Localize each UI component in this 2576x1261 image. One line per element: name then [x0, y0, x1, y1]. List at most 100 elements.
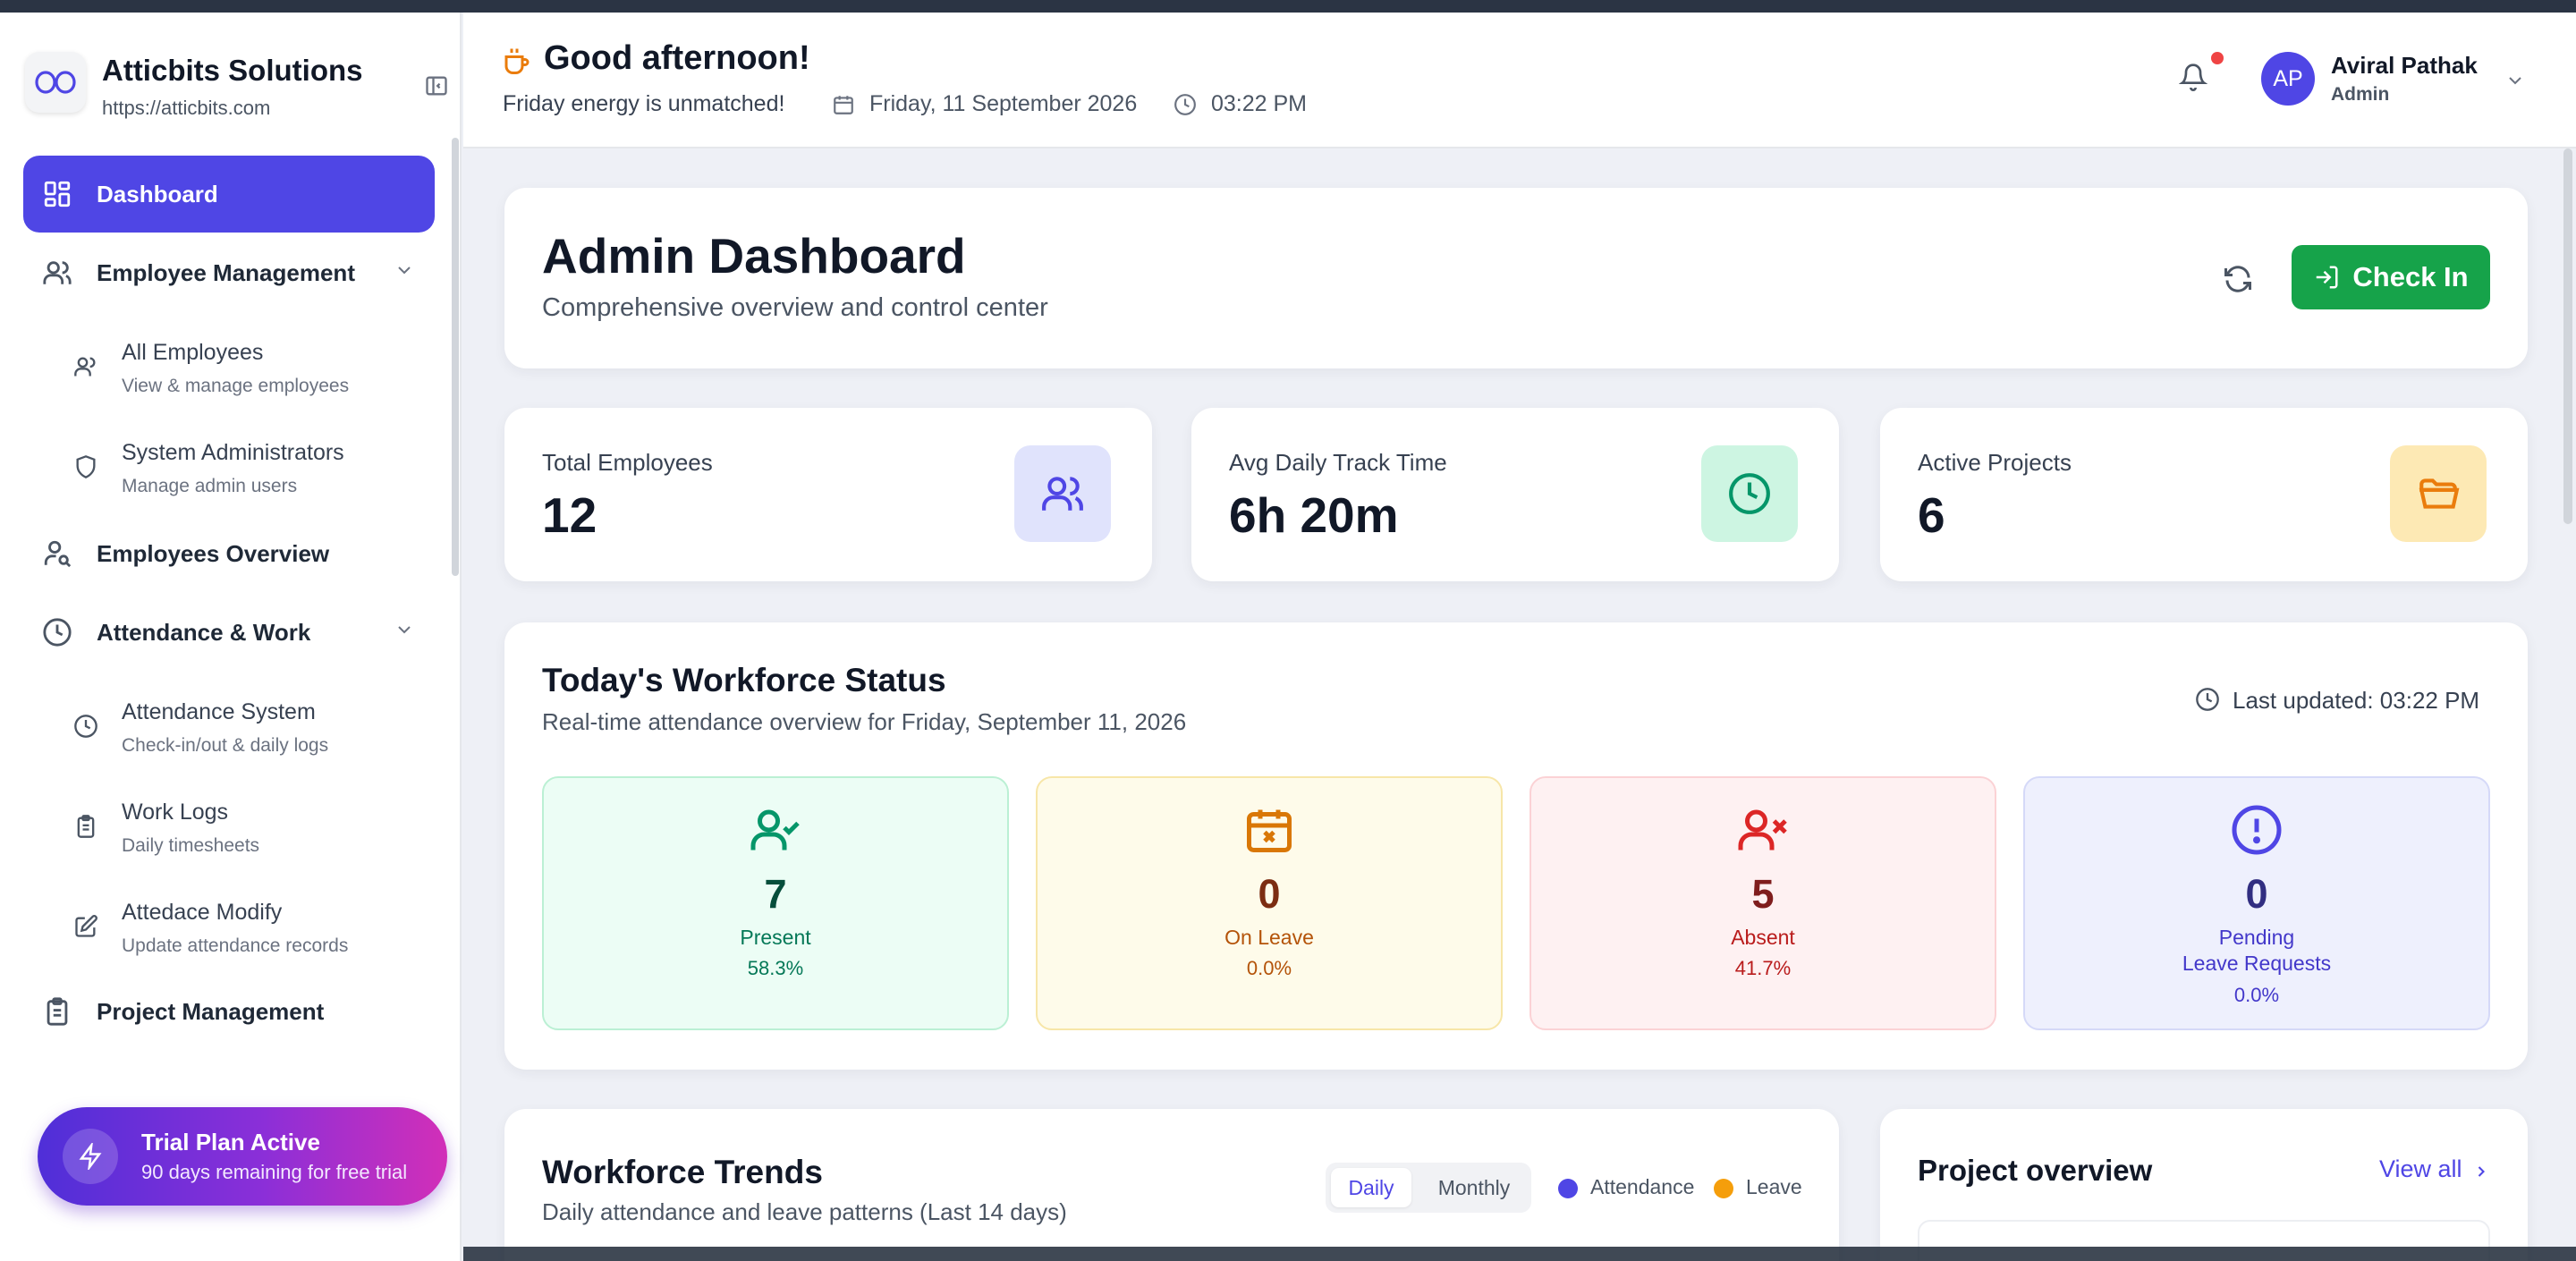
toggle-monthly[interactable]: Monthly	[1422, 1168, 1526, 1207]
status-label: Absent	[1731, 926, 1795, 949]
clipboard-icon	[73, 814, 98, 843]
calendar-icon	[832, 93, 855, 121]
panel-left-icon	[426, 76, 447, 96]
stat-card-avg-track-time: Avg Daily Track Time 6h 20m	[1191, 408, 1839, 581]
status-label: On Leave	[1224, 926, 1314, 949]
brand-logo[interactable]	[25, 52, 86, 113]
toggle-daily[interactable]: Daily	[1331, 1168, 1411, 1207]
avatar[interactable]: AP	[2261, 52, 2315, 106]
infinity-icon	[35, 71, 76, 94]
sidebar-item-label: Employee Management	[97, 258, 355, 286]
chevron-down-icon[interactable]	[394, 259, 415, 285]
sidebar: Atticbits Solutions https://atticbits.co…	[0, 13, 462, 1261]
sidebar-item-employee-management[interactable]: Employee Management	[23, 234, 435, 311]
coffee-icon	[501, 45, 533, 81]
status-box-absent[interactable]: 5 Absent 41.7%	[1530, 776, 1996, 1030]
sidebar-subitem-system-administrators[interactable]: System Administrators Manage admin users	[70, 435, 428, 515]
subitem-title: Attendance System	[122, 699, 316, 724]
sidebar-subitem-attendance-system[interactable]: Attendance System Check-in/out & daily l…	[70, 694, 428, 774]
subitem-desc: Update attendance records	[122, 935, 349, 956]
sidebar-item-label: Employees Overview	[97, 539, 330, 567]
notification-badge	[2211, 52, 2224, 64]
sidebar-item-dashboard[interactable]: Dashboard	[23, 156, 435, 233]
section-subtitle: Daily attendance and leave patterns (Las…	[542, 1198, 1067, 1225]
status-count: 7	[764, 871, 787, 917]
chevron-down-icon[interactable]	[394, 619, 415, 645]
folder-icon	[2390, 445, 2487, 542]
subitem-title: Attedace Modify	[122, 900, 283, 925]
users-icon	[73, 354, 98, 384]
trial-title: Trial Plan Active	[141, 1129, 320, 1155]
sidebar-scrollbar[interactable]	[452, 138, 459, 576]
status-box-pending-leave[interactable]: 0 Pending Leave Requests 0.0%	[2023, 776, 2490, 1030]
sidebar-subitem-all-employees[interactable]: All Employees View & manage employees	[70, 334, 428, 415]
status-box-present[interactable]: 7 Present 58.3%	[542, 776, 1009, 1030]
user-name[interactable]: Aviral Pathak	[2331, 52, 2478, 80]
legend-swatch-attendance	[1558, 1179, 1578, 1198]
users-icon	[29, 258, 86, 288]
dashboard-icon	[29, 179, 86, 209]
status-percent: 0.0%	[2233, 984, 2280, 1006]
check-in-label: Check In	[2352, 261, 2469, 292]
subitem-title: All Employees	[122, 340, 264, 365]
subitem-desc: View & manage employees	[122, 376, 350, 396]
status-count: 5	[1751, 871, 1775, 917]
check-in-button[interactable]: Check In	[2292, 245, 2490, 309]
stat-label: Active Projects	[1918, 449, 2072, 476]
chevron-down-icon[interactable]	[2504, 70, 2526, 96]
legend-label: Leave	[1746, 1175, 1802, 1198]
page-scrollbar[interactable]	[2563, 148, 2572, 524]
status-count: 0	[1258, 871, 1281, 917]
period-toggle: Daily Monthly	[1326, 1163, 1531, 1213]
status-label-line1: Pending	[2218, 926, 2295, 949]
stat-card-total-employees: Total Employees 12	[504, 408, 1152, 581]
section-title: Today's Workforce Status	[542, 662, 946, 698]
status-percent: 41.7%	[1734, 957, 1792, 979]
subitem-title: Work Logs	[122, 800, 229, 825]
clock-icon	[2195, 687, 2220, 716]
section-title: Project overview	[1918, 1154, 2153, 1187]
collapse-sidebar-button[interactable]	[424, 73, 451, 100]
log-in-icon	[2317, 266, 2338, 289]
sidebar-item-attendance-work[interactable]: Attendance & Work	[23, 594, 435, 671]
sidebar-item-label: Project Management	[97, 997, 325, 1025]
sidebar-item-label: Dashboard	[97, 180, 218, 207]
legend-swatch-leave	[1714, 1179, 1733, 1198]
sidebar-subitem-attendance-modify[interactable]: Attedace Modify Update attendance record…	[70, 894, 428, 975]
status-box-on-leave[interactable]: 0 On Leave 0.0%	[1036, 776, 1503, 1030]
header-time: 03:22 PM	[1211, 91, 1308, 116]
calendar-x-icon	[1038, 803, 1501, 857]
sidebar-item-label: Attendance & Work	[97, 618, 311, 646]
last-updated: Last updated: 03:22 PM	[2233, 687, 2480, 714]
user-search-icon	[29, 538, 86, 569]
bell-icon[interactable]	[2178, 63, 2208, 96]
status-count: 0	[2245, 871, 2268, 917]
chevron-right-icon[interactable]	[2472, 1163, 2490, 1185]
lightning-icon	[63, 1129, 118, 1184]
users-icon	[1014, 445, 1111, 542]
refresh-button[interactable]	[2216, 258, 2259, 300]
subitem-title: System Administrators	[122, 440, 344, 465]
subitem-desc: Daily timesheets	[122, 835, 260, 856]
view-all-link[interactable]: View all	[2379, 1155, 2462, 1183]
user-check-icon	[544, 803, 1007, 857]
stat-card-active-projects: Active Projects 6	[1880, 408, 2528, 581]
trial-plan-banner[interactable]: Trial Plan Active 90 days remaining for …	[38, 1107, 447, 1206]
sidebar-item-project-management[interactable]: Project Management	[23, 973, 435, 1050]
user-x-icon	[1531, 803, 1995, 857]
status-percent: 58.3%	[747, 957, 804, 979]
section-title: Workforce Trends	[542, 1154, 823, 1190]
top-header: Good afternoon! Friday energy is unmatch…	[463, 13, 2576, 148]
shield-icon	[73, 454, 98, 484]
clock-icon	[73, 714, 98, 743]
status-label: Present	[740, 926, 811, 949]
stat-label: Total Employees	[542, 449, 713, 476]
brand-name: Atticbits Solutions	[102, 54, 363, 87]
clock-icon	[1174, 93, 1197, 121]
section-subtitle: Real-time attendance overview for Friday…	[542, 708, 1187, 735]
sidebar-item-employees-overview[interactable]: Employees Overview	[23, 515, 435, 592]
greeting: Good afternoon!	[544, 39, 810, 77]
stat-value: 6h 20m	[1229, 487, 1399, 543]
sidebar-subitem-work-logs[interactable]: Work Logs Daily timesheets	[70, 794, 428, 875]
status-label-line2: Leave Requests	[2182, 952, 2332, 975]
